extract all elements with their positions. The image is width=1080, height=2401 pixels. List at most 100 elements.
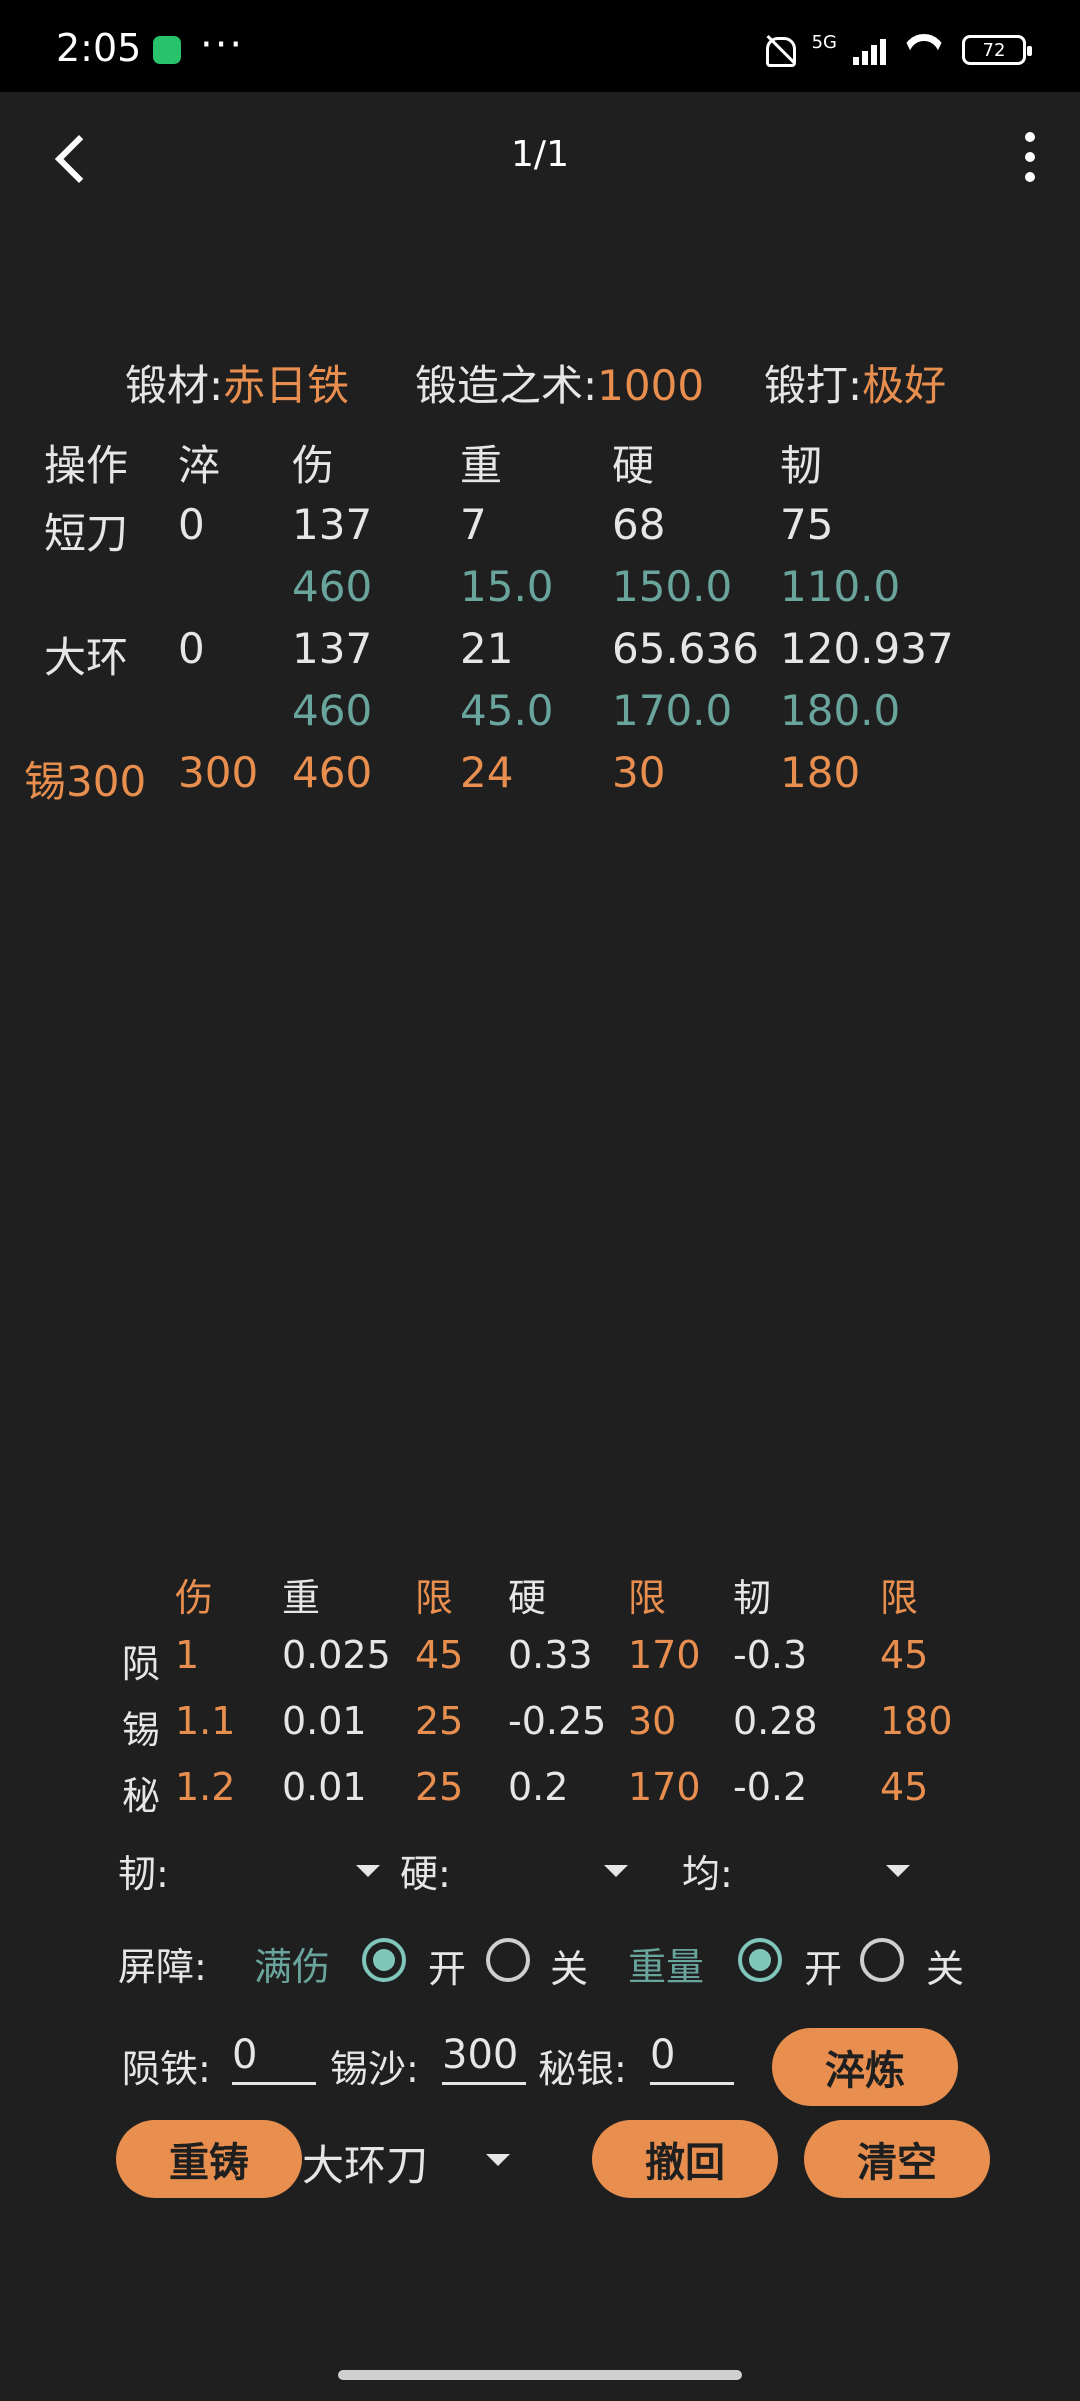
ren-dropdown-label: 韧:: [118, 1852, 169, 1896]
skill-label: 锻造之术:: [415, 361, 598, 410]
weight-on-label: 开: [804, 1947, 843, 1991]
coef-zhong: 0.025: [282, 1633, 391, 1677]
chevron-down-icon: [886, 1865, 910, 1877]
coef-ren: 0.28: [733, 1699, 818, 1743]
table-row: 锡300 300 460 24 30 180: [0, 748, 1080, 808]
coef-col-zhong: 重: [282, 1576, 321, 1620]
cell-zhong: 21: [460, 624, 514, 673]
coef-limit: 180: [880, 1699, 953, 1743]
recast-button[interactable]: 重铸: [116, 2120, 302, 2198]
chevron-down-icon: [356, 1865, 380, 1877]
network-type: 5G: [811, 32, 837, 53]
cell-shang: 460: [292, 686, 373, 735]
tin-label: 锡沙:: [330, 2047, 419, 2091]
tin-input[interactable]: 300: [442, 2032, 526, 2085]
more-menu-icon[interactable]: [1020, 132, 1040, 182]
strike-value: 极好: [862, 361, 947, 410]
weapon-select[interactable]: 大环刀: [302, 2120, 524, 2198]
mithril-input[interactable]: 0: [650, 2032, 734, 2085]
mute-bell-icon: [762, 33, 796, 67]
coef-limit: 45: [415, 1633, 464, 1677]
cell-ying: 68: [612, 500, 666, 549]
cell-cui: 300: [178, 748, 259, 797]
coef-ying: 0.33: [508, 1633, 593, 1677]
full-damage-label: 满伤: [254, 1945, 331, 1989]
coef-name: 秘: [122, 1774, 161, 1818]
col-op: 操作: [44, 441, 129, 490]
skill-value: 1000: [597, 361, 705, 410]
coef-ren: -0.2: [733, 1765, 808, 1809]
cell-cui: 0: [178, 500, 205, 549]
sort-dropdowns: 韧: 硬: 均:: [0, 1843, 1080, 1899]
clear-button[interactable]: 清空: [804, 2120, 990, 2198]
cell-zhong: 45.0: [460, 686, 554, 735]
chevron-down-icon: [604, 1865, 628, 1877]
coef-limit: 45: [880, 1633, 929, 1677]
cell-ren: 75: [780, 500, 834, 549]
cell-ren: 180: [780, 748, 861, 797]
cell-zhong: 15.0: [460, 562, 554, 611]
coef-shang: 1: [175, 1633, 200, 1677]
col-zhong: 重: [460, 441, 503, 490]
weight-off-label: 关: [926, 1947, 965, 1991]
full-damage-off-radio[interactable]: [486, 1938, 530, 1982]
coef-ying: 0.2: [508, 1765, 569, 1809]
ren-dropdown[interactable]: 韧:: [118, 1843, 388, 1898]
cell-op: 大环: [44, 633, 129, 682]
shield-row: 屏障: 满伤 开 关 重量 开 关: [0, 1930, 1080, 1991]
cell-ying: 170.0: [612, 686, 733, 735]
table-header-row: 操作 淬 伤 重 硬 韧: [0, 432, 1080, 492]
cell-shang: 460: [292, 748, 373, 797]
coef-col-limit: 限: [628, 1576, 667, 1620]
weight-off-radio[interactable]: [860, 1938, 904, 1982]
ying-dropdown-label: 硬:: [400, 1852, 451, 1896]
table-row: 大环 0 137 21 65.636 120.937: [0, 624, 1080, 684]
wifi-icon: [902, 34, 946, 66]
table-row: 秘 1.2 0.01 25 0.2 170 -0.2 45: [0, 1765, 1080, 1825]
jun-dropdown[interactable]: 均:: [682, 1843, 922, 1898]
coef-col-limit: 限: [880, 1576, 919, 1620]
home-indicator[interactable]: [338, 2370, 742, 2380]
coef-limit: 25: [415, 1699, 464, 1743]
coef-limit: 30: [628, 1699, 677, 1743]
signal-icon: [853, 35, 886, 65]
table-row: 460 45.0 170.0 180.0: [0, 686, 1080, 746]
coef-col-limit: 限: [415, 1576, 454, 1620]
cell-zhong: 24: [460, 748, 514, 797]
strike-info: 锻打:极好: [764, 352, 946, 413]
coef-name: 锡: [122, 1708, 161, 1752]
ying-dropdown[interactable]: 硬:: [400, 1843, 640, 1898]
coef-shang: 1.1: [175, 1699, 236, 1743]
weight-label: 重量: [628, 1945, 705, 1989]
coef-limit: 25: [415, 1765, 464, 1809]
weight-on-radio[interactable]: [738, 1938, 782, 1982]
cell-op: 锡300: [24, 757, 147, 806]
material-value: 赤日铁: [223, 361, 350, 410]
cell-shang: 460: [292, 562, 373, 611]
meteor-input[interactable]: 0: [232, 2032, 316, 2085]
cell-cui: 0: [178, 624, 205, 673]
coef-name: 陨: [122, 1642, 161, 1686]
cell-ren: 120.937: [780, 624, 954, 673]
wechat-icon: [153, 36, 181, 64]
material-info: 锻材:赤日铁: [125, 352, 349, 413]
more-notifications-icon: ···: [200, 22, 245, 68]
col-cui: 淬: [178, 441, 221, 490]
table-row: 锡 1.1 0.01 25 -0.25 30 0.28 180: [0, 1699, 1080, 1759]
undo-button[interactable]: 撤回: [592, 2120, 778, 2198]
action-buttons: 重铸 大环刀 撤回 清空: [0, 2120, 1080, 2210]
quench-button[interactable]: 淬炼: [772, 2028, 958, 2106]
jun-dropdown-label: 均:: [682, 1852, 733, 1896]
full-damage-off-label: 关: [550, 1947, 589, 1991]
cell-shang: 137: [292, 500, 373, 549]
cell-zhong: 7: [460, 500, 487, 549]
cell-ren: 180.0: [780, 686, 901, 735]
table-row: 460 15.0 150.0 110.0: [0, 562, 1080, 622]
battery-level: 72: [982, 39, 1006, 61]
col-shang: 伤: [292, 441, 335, 490]
full-damage-on-radio[interactable]: [362, 1938, 406, 1982]
status-time: 2:05: [56, 26, 142, 70]
full-damage-on-label: 开: [428, 1947, 467, 1991]
mithril-label: 秘银:: [538, 2047, 627, 2091]
material-label: 锻材:: [125, 361, 224, 410]
